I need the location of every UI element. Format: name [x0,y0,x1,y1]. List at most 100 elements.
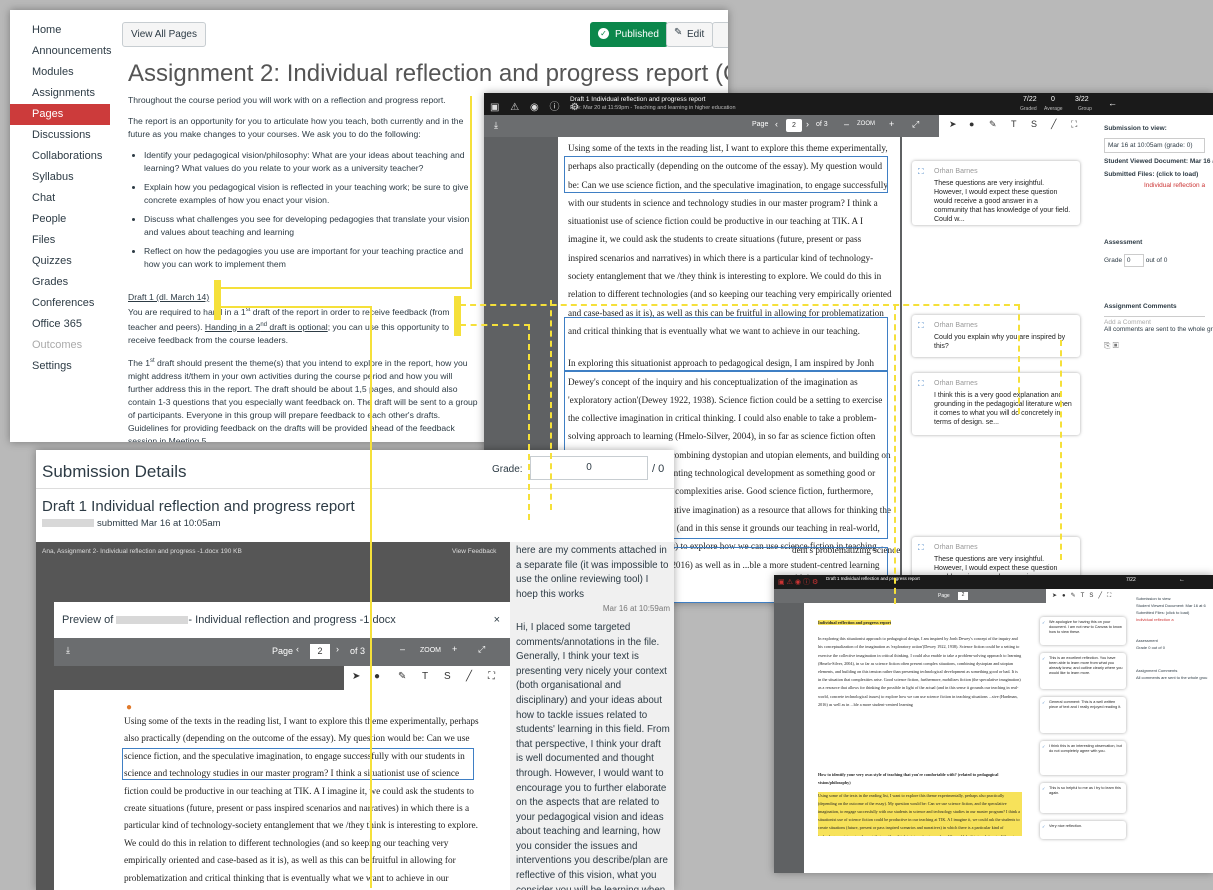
small-doc-heading: Individual reflection and progress repor… [818,620,891,625]
draw-icon[interactable]: ╱ [1051,119,1056,130]
next-page-icon[interactable]: › [336,644,339,654]
fullscreen-icon[interactable]: ⤢ [912,119,919,130]
pin-marker-icon[interactable]: ● [126,702,132,713]
page-number-input[interactable]: 2 [310,644,330,659]
group-value: 3/22 [1075,96,1089,103]
nav-item-grades[interactable]: Grades [10,272,114,293]
close-icon[interactable]: × [494,614,500,626]
annotation-highlight[interactable] [564,156,888,193]
page-of: of 3 [816,121,828,128]
annotation-highlight[interactable] [564,317,888,371]
annotation-tools[interactable]: ➤●✎TS╱⛶ [1046,589,1132,603]
submission-select[interactable]: Mar 16 at 10:05am (grade: 0) [1104,138,1205,153]
text-icon[interactable]: T [1011,119,1017,129]
doc-title: Draft 1 Individual reflection and progre… [826,576,920,581]
arrow-left-icon[interactable]: ← [1108,98,1117,108]
comment-date: Mar 16 at 10:59am [602,604,670,614]
comment-icon: ⛶ [918,379,924,388]
text-icon[interactable]: T [422,671,428,682]
zoom-in-icon[interactable]: + [452,644,457,654]
small-toolbar: Page 2 ➤●✎TS╱⛶ [774,589,1132,603]
view-feedback-link[interactable]: View Feedback [452,548,496,555]
prev-page-icon[interactable]: ‹ [775,119,778,129]
page-of: of 3 [350,646,366,656]
nav-item-conferences[interactable]: Conferences [10,293,114,314]
download-icon[interactable]: ⤓ [494,120,498,131]
task-item: Reflect on how the pedagogies you use ar… [144,245,478,271]
page-title: Assignment 2: Individual reflection and … [128,60,728,87]
doc-title: Draft 1 Individual reflection and progre… [570,96,706,103]
comment-note: All comments are sent to the whole grou [1104,326,1213,333]
small-comment-column: ✓ We apologize for having this on your do… [1030,603,1132,873]
nav-item-assignments[interactable]: Assignments [10,83,114,104]
nav-item-files[interactable]: Files [10,230,114,251]
annotation-comment[interactable]: ✓ This is so helpful to me as I try to le… [1040,783,1126,813]
intro-text: Throughout the course period you will wo… [128,95,446,105]
annotation-comment[interactable]: ⛶ Orhan Barnes These questions are very in… [912,161,1080,225]
add-comment-field[interactable]: Add a Comment [1104,316,1205,326]
average-label: Average [1044,106,1063,112]
submitted-file-link[interactable]: Individual reflection a [1104,182,1205,189]
nav-item-syllabus[interactable]: Syllabus [10,167,114,188]
attach-icon[interactable]: ⎘ ▣ [1104,341,1205,351]
nav-item-chat[interactable]: Chat [10,188,114,209]
published-button[interactable]: ✓ Published [590,22,668,47]
zoom-out-icon[interactable]: – [844,119,849,129]
prev-page-icon[interactable]: ‹ [296,644,299,654]
highlight-icon[interactable]: ✎ [398,671,406,682]
nav-item-discussions[interactable]: Discussions [10,125,114,146]
callout-dashed [1018,304,1020,414]
file-bar[interactable]: Ana, Assignment 2- Individual reflection… [42,548,242,555]
edit-button[interactable]: ✎ Edit [666,22,714,47]
cursor-icon[interactable]: ➤ [352,671,360,682]
cursor-icon[interactable]: ➤ [949,119,957,130]
assignment-comments-label: Assignment Comments [1104,303,1177,310]
nav-item-people[interactable]: People [10,209,114,230]
page-number-input[interactable]: 2 [786,119,802,132]
zoom-in-icon[interactable]: + [889,119,894,129]
view-all-pages-button[interactable]: View All Pages [122,22,206,47]
arrow-left-icon[interactable]: ← [1179,577,1185,583]
more-options-button[interactable] [712,22,728,48]
draw-icon[interactable]: ╱ [466,671,472,682]
annotation-comment[interactable]: ✓ This is an excellent reflection. You ha… [1040,653,1126,689]
submission-to-view-label: Submission to view: [1104,125,1167,132]
nav-item-home[interactable]: Home [10,20,114,41]
nav-item-modules[interactable]: Modules [10,62,114,83]
strikethrough-icon[interactable]: S [1031,119,1037,129]
nav-item-collaborations[interactable]: Collaborations [10,146,114,167]
area-icon[interactable]: ⛶ [1071,119,1077,130]
area-icon[interactable]: ⛶ [488,671,495,682]
fullscreen-icon[interactable]: ⤢ [478,644,485,655]
annotation-comment[interactable]: ⛶ Orhan Barnes Could you explain why you a… [912,315,1080,357]
annotation-comment[interactable]: ✓ Very nice reflection. [1040,821,1126,839]
annotation-highlight[interactable] [122,748,474,780]
annotation-comment[interactable]: ✓ General comment: This is a well written… [1040,697,1126,733]
nav-item-outcomes[interactable]: Outcomes [10,335,114,356]
nav-item-announcements[interactable]: Announcements [10,41,114,62]
pin-icon[interactable]: ● [969,119,974,129]
task-item: Discuss what challenges you see for deve… [144,213,478,239]
zoom-out-icon[interactable]: – [400,644,405,654]
annotation-comment[interactable]: ✓ I think this is an interesting observat… [1040,741,1126,775]
grade-input[interactable]: 0 [1123,254,1144,267]
nav-item-settings[interactable]: Settings [10,356,114,377]
strikethrough-icon[interactable]: S [444,671,451,682]
next-page-icon[interactable]: › [806,119,809,129]
submitted-file-link[interactable]: Individual reflection a [1136,616,1209,623]
toolbar-icons[interactable]: ▣⚠◉ⓘ⚙ [778,577,820,587]
comment-column: ⛶ Orhan Barnes These questions are very in… [902,137,1096,603]
page-number-input[interactable]: 2 [958,592,968,600]
download-icon[interactable]: ⤓ [66,645,70,656]
grade-input[interactable]: 0 [530,456,648,480]
annotation-comment[interactable]: ✓ We apologize for having this on your do… [1040,617,1126,645]
assessment-label: Assessment [1104,239,1143,246]
callout-dashed [460,324,530,326]
draft-title: Draft 1 Individual reflection and progre… [42,498,355,515]
nav-item-office365[interactable]: Office 365 [10,314,114,335]
nav-item-pages[interactable]: Pages [10,104,110,125]
highlight-icon[interactable]: ✎ [989,119,997,130]
pin-icon[interactable]: ● [374,671,380,682]
nav-item-quizzes[interactable]: Quizzes [10,251,114,272]
annotation-comment[interactable]: ⛶ Orhan Barnes I think this is a very good… [912,373,1080,435]
